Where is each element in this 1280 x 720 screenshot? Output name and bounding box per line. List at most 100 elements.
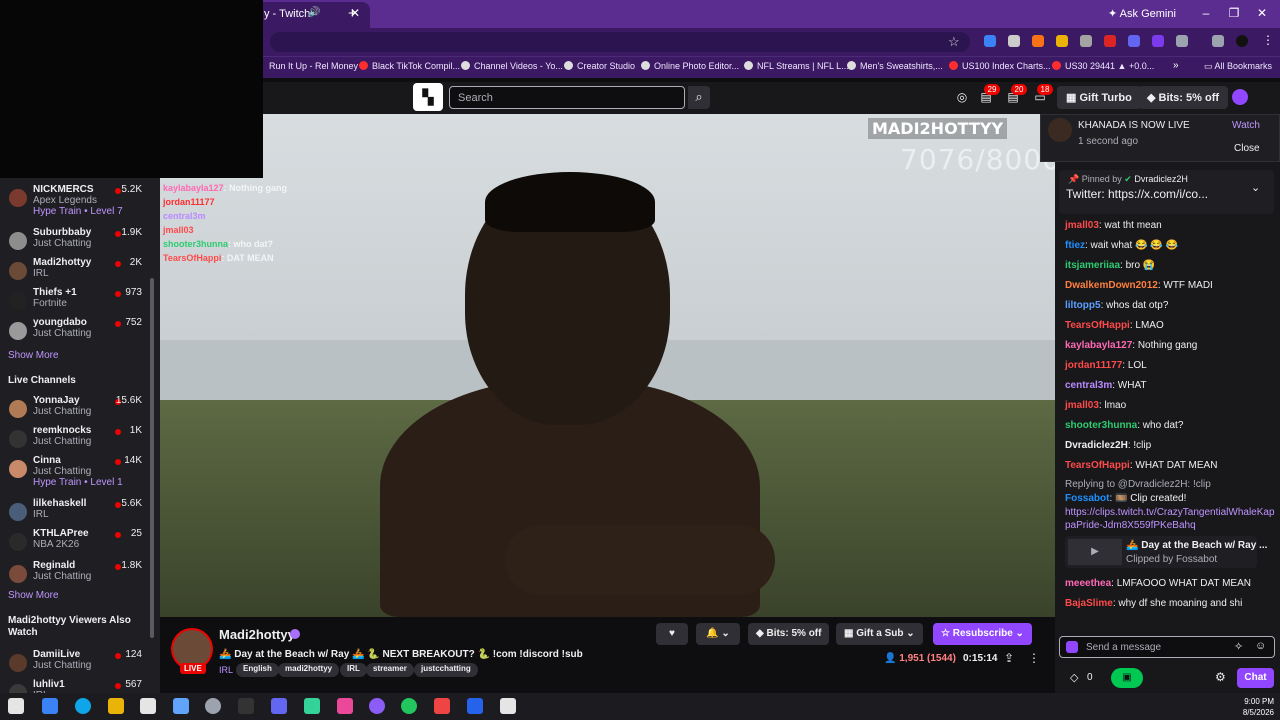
- widgets-icon[interactable]: [42, 698, 58, 714]
- bits-button[interactable]: ◆ Bits: 5% off: [1138, 86, 1229, 109]
- bits-cheer-button[interactable]: ◆ Bits: 5% off: [748, 623, 830, 645]
- chat-message[interactable]: liltopp5: whos dat otp?: [1065, 299, 1275, 312]
- user-avatar[interactable]: [1232, 89, 1248, 105]
- chat-username[interactable]: jmall03: [1065, 220, 1099, 231]
- app-icon[interactable]: [467, 698, 483, 714]
- new-tab-icon[interactable]: +: [348, 5, 364, 22]
- chat-username[interactable]: ftiez: [1065, 240, 1085, 251]
- search-icon[interactable]: ⌕: [688, 86, 710, 109]
- chat-message[interactable]: BajaSlime: why df she moaning and shi: [1065, 597, 1275, 610]
- notifications-bell-icon[interactable]: 🔔 ⌄: [696, 623, 740, 645]
- extension-icon[interactable]: [1128, 35, 1140, 47]
- extension-icon[interactable]: [1032, 35, 1044, 47]
- bookmark-item[interactable]: Creator Studio: [577, 61, 635, 71]
- chat-message[interactable]: jmall03: wat tht mean: [1065, 219, 1275, 232]
- chat-message[interactable]: central3m: WHAT: [1065, 379, 1275, 392]
- file-explorer-icon[interactable]: [108, 698, 124, 714]
- ask-gemini-button[interactable]: ✦ Ask Gemini: [1108, 7, 1176, 20]
- bookmark-item[interactable]: Online Photo Editor...: [654, 61, 739, 71]
- chat-message[interactable]: ftiez: wait what 😂 😂 😂: [1065, 239, 1275, 252]
- settings-icon[interactable]: [205, 698, 221, 714]
- sidebar-scrollbar[interactable]: [150, 278, 154, 638]
- chat-username[interactable]: jordan11177: [1065, 360, 1122, 371]
- show-more-link[interactable]: Show More: [8, 350, 59, 361]
- chat-username[interactable]: TearsOfHappi: [1065, 320, 1130, 331]
- chat-send-button[interactable]: Chat: [1237, 668, 1274, 688]
- search-input[interactable]: Search: [449, 86, 685, 109]
- more-options-icon[interactable]: ⋮: [1028, 651, 1040, 665]
- chat-message[interactable]: itsjameriiaa: bro 😭: [1065, 259, 1275, 272]
- streamer-name[interactable]: Madi2hottyy: [219, 627, 295, 642]
- address-input[interactable]: [270, 32, 970, 52]
- notification-close-button[interactable]: Close: [1234, 143, 1260, 154]
- chat-message[interactable]: meeethea: LMFAOOO WHAT DAT MEAN: [1065, 577, 1275, 590]
- stream-tag[interactable]: justcchatting: [414, 663, 478, 677]
- follow-heart-icon[interactable]: ♥: [656, 623, 688, 645]
- prime-crown-icon[interactable]: ◎: [954, 90, 970, 106]
- extension-icon[interactable]: [1104, 35, 1116, 47]
- bits-chat-icon[interactable]: ✧: [1234, 640, 1243, 653]
- chat-username[interactable]: central3m: [1065, 380, 1112, 391]
- bookmark-item[interactable]: Run It Up - Rel Money: [269, 61, 358, 71]
- profile-avatar[interactable]: [1236, 35, 1248, 47]
- stream-tag[interactable]: streamer: [366, 663, 414, 677]
- notification-watch-button[interactable]: Watch: [1232, 120, 1260, 131]
- bookmark-item[interactable]: US30 29441 ▲ +0.0...: [1065, 61, 1154, 71]
- app-icon[interactable]: [304, 698, 320, 714]
- chat-message[interactable]: Dvradiclez2H: !clip: [1065, 439, 1275, 452]
- show-more-link[interactable]: Show More: [8, 590, 59, 601]
- chat-username[interactable]: itsjameriiaa: [1065, 260, 1120, 271]
- all-bookmarks-button[interactable]: ▭ All Bookmarks: [1204, 61, 1272, 72]
- bookmarks-overflow-icon[interactable]: »: [1173, 60, 1179, 71]
- chat-message[interactable]: TearsOfHappi: WHAT DAT MEAN: [1065, 459, 1275, 472]
- tab-search-icon[interactable]: [1212, 35, 1224, 47]
- extensions-puzzle-icon[interactable]: [1176, 35, 1188, 47]
- windows-start-icon[interactable]: [8, 698, 24, 714]
- bookmark-item[interactable]: Men's Sweatshirts,...: [860, 61, 943, 71]
- clip-link[interactable]: https://clips.twitch.tv/CrazyTangentialW…: [1065, 506, 1275, 532]
- twitch-logo[interactable]: ▚: [413, 83, 443, 111]
- gift-sub-button[interactable]: ▦ Gift a Sub ⌄: [836, 623, 923, 645]
- epic-games-icon[interactable]: [238, 698, 254, 714]
- claim-points-button[interactable]: ▣: [1111, 668, 1143, 688]
- stream-tag[interactable]: madi2hottyy: [278, 663, 340, 677]
- chat-username[interactable]: liltopp5: [1065, 300, 1101, 311]
- stream-tag[interactable]: IRL: [340, 663, 367, 677]
- bookmark-star-icon[interactable]: ☆: [948, 34, 960, 50]
- chat-message[interactable]: shooter3hunna: who dat?: [1065, 419, 1275, 432]
- bookmark-item[interactable]: Black TikTok Compil...: [372, 61, 460, 71]
- emote-picker-icon[interactable]: ☺: [1255, 640, 1266, 652]
- stream-tag[interactable]: English: [236, 663, 279, 677]
- resubscribe-button[interactable]: ☆ Resubscribe ⌄: [933, 623, 1032, 645]
- chat-username[interactable]: kaylabayla127: [1065, 340, 1132, 351]
- restore-icon[interactable]: ❐: [1224, 6, 1244, 20]
- extension-icon[interactable]: [1152, 35, 1164, 47]
- extension-icon[interactable]: [984, 35, 996, 47]
- chevron-down-icon[interactable]: ⌄: [1251, 181, 1260, 194]
- share-icon[interactable]: ⇪: [1004, 651, 1014, 665]
- tab-audio-icon[interactable]: 🔊: [308, 7, 320, 18]
- chat-username[interactable]: jmall03: [1065, 400, 1099, 411]
- chat-message[interactable]: Fossabot: 🎞️ Clip created!: [1065, 492, 1275, 505]
- chat-message[interactable]: kaylabayla127: Nothing gang: [1065, 339, 1275, 352]
- chat-message[interactable]: jordan11177: LOL: [1065, 359, 1275, 372]
- chat-username[interactable]: meeethea: [1065, 578, 1111, 589]
- app-icon[interactable]: [500, 698, 516, 714]
- extension-icon[interactable]: [1056, 35, 1068, 47]
- bookmark-item[interactable]: US100 Index Charts...: [962, 61, 1051, 71]
- app-icon[interactable]: [369, 698, 385, 714]
- tiktok-icon[interactable]: [337, 698, 353, 714]
- chat-username[interactable]: BajaSlime: [1065, 598, 1113, 609]
- chat-username[interactable]: shooter3hunna: [1065, 420, 1137, 431]
- minimize-icon[interactable]: –: [1196, 6, 1216, 20]
- bookmark-item[interactable]: NFL Streams | NFL L...: [757, 61, 849, 71]
- browser-menu-icon[interactable]: ⋮: [1262, 33, 1274, 47]
- mail-icon[interactable]: [173, 698, 189, 714]
- window-close-icon[interactable]: ✕: [1252, 6, 1272, 20]
- store-icon[interactable]: [140, 698, 156, 714]
- app-icon[interactable]: [434, 698, 450, 714]
- extension-icon[interactable]: [1008, 35, 1020, 47]
- bookmark-item[interactable]: Channel Videos - Yo...: [474, 61, 563, 71]
- chat-message[interactable]: jmall03: lmao: [1065, 399, 1275, 412]
- chrome-icon[interactable]: [401, 698, 417, 714]
